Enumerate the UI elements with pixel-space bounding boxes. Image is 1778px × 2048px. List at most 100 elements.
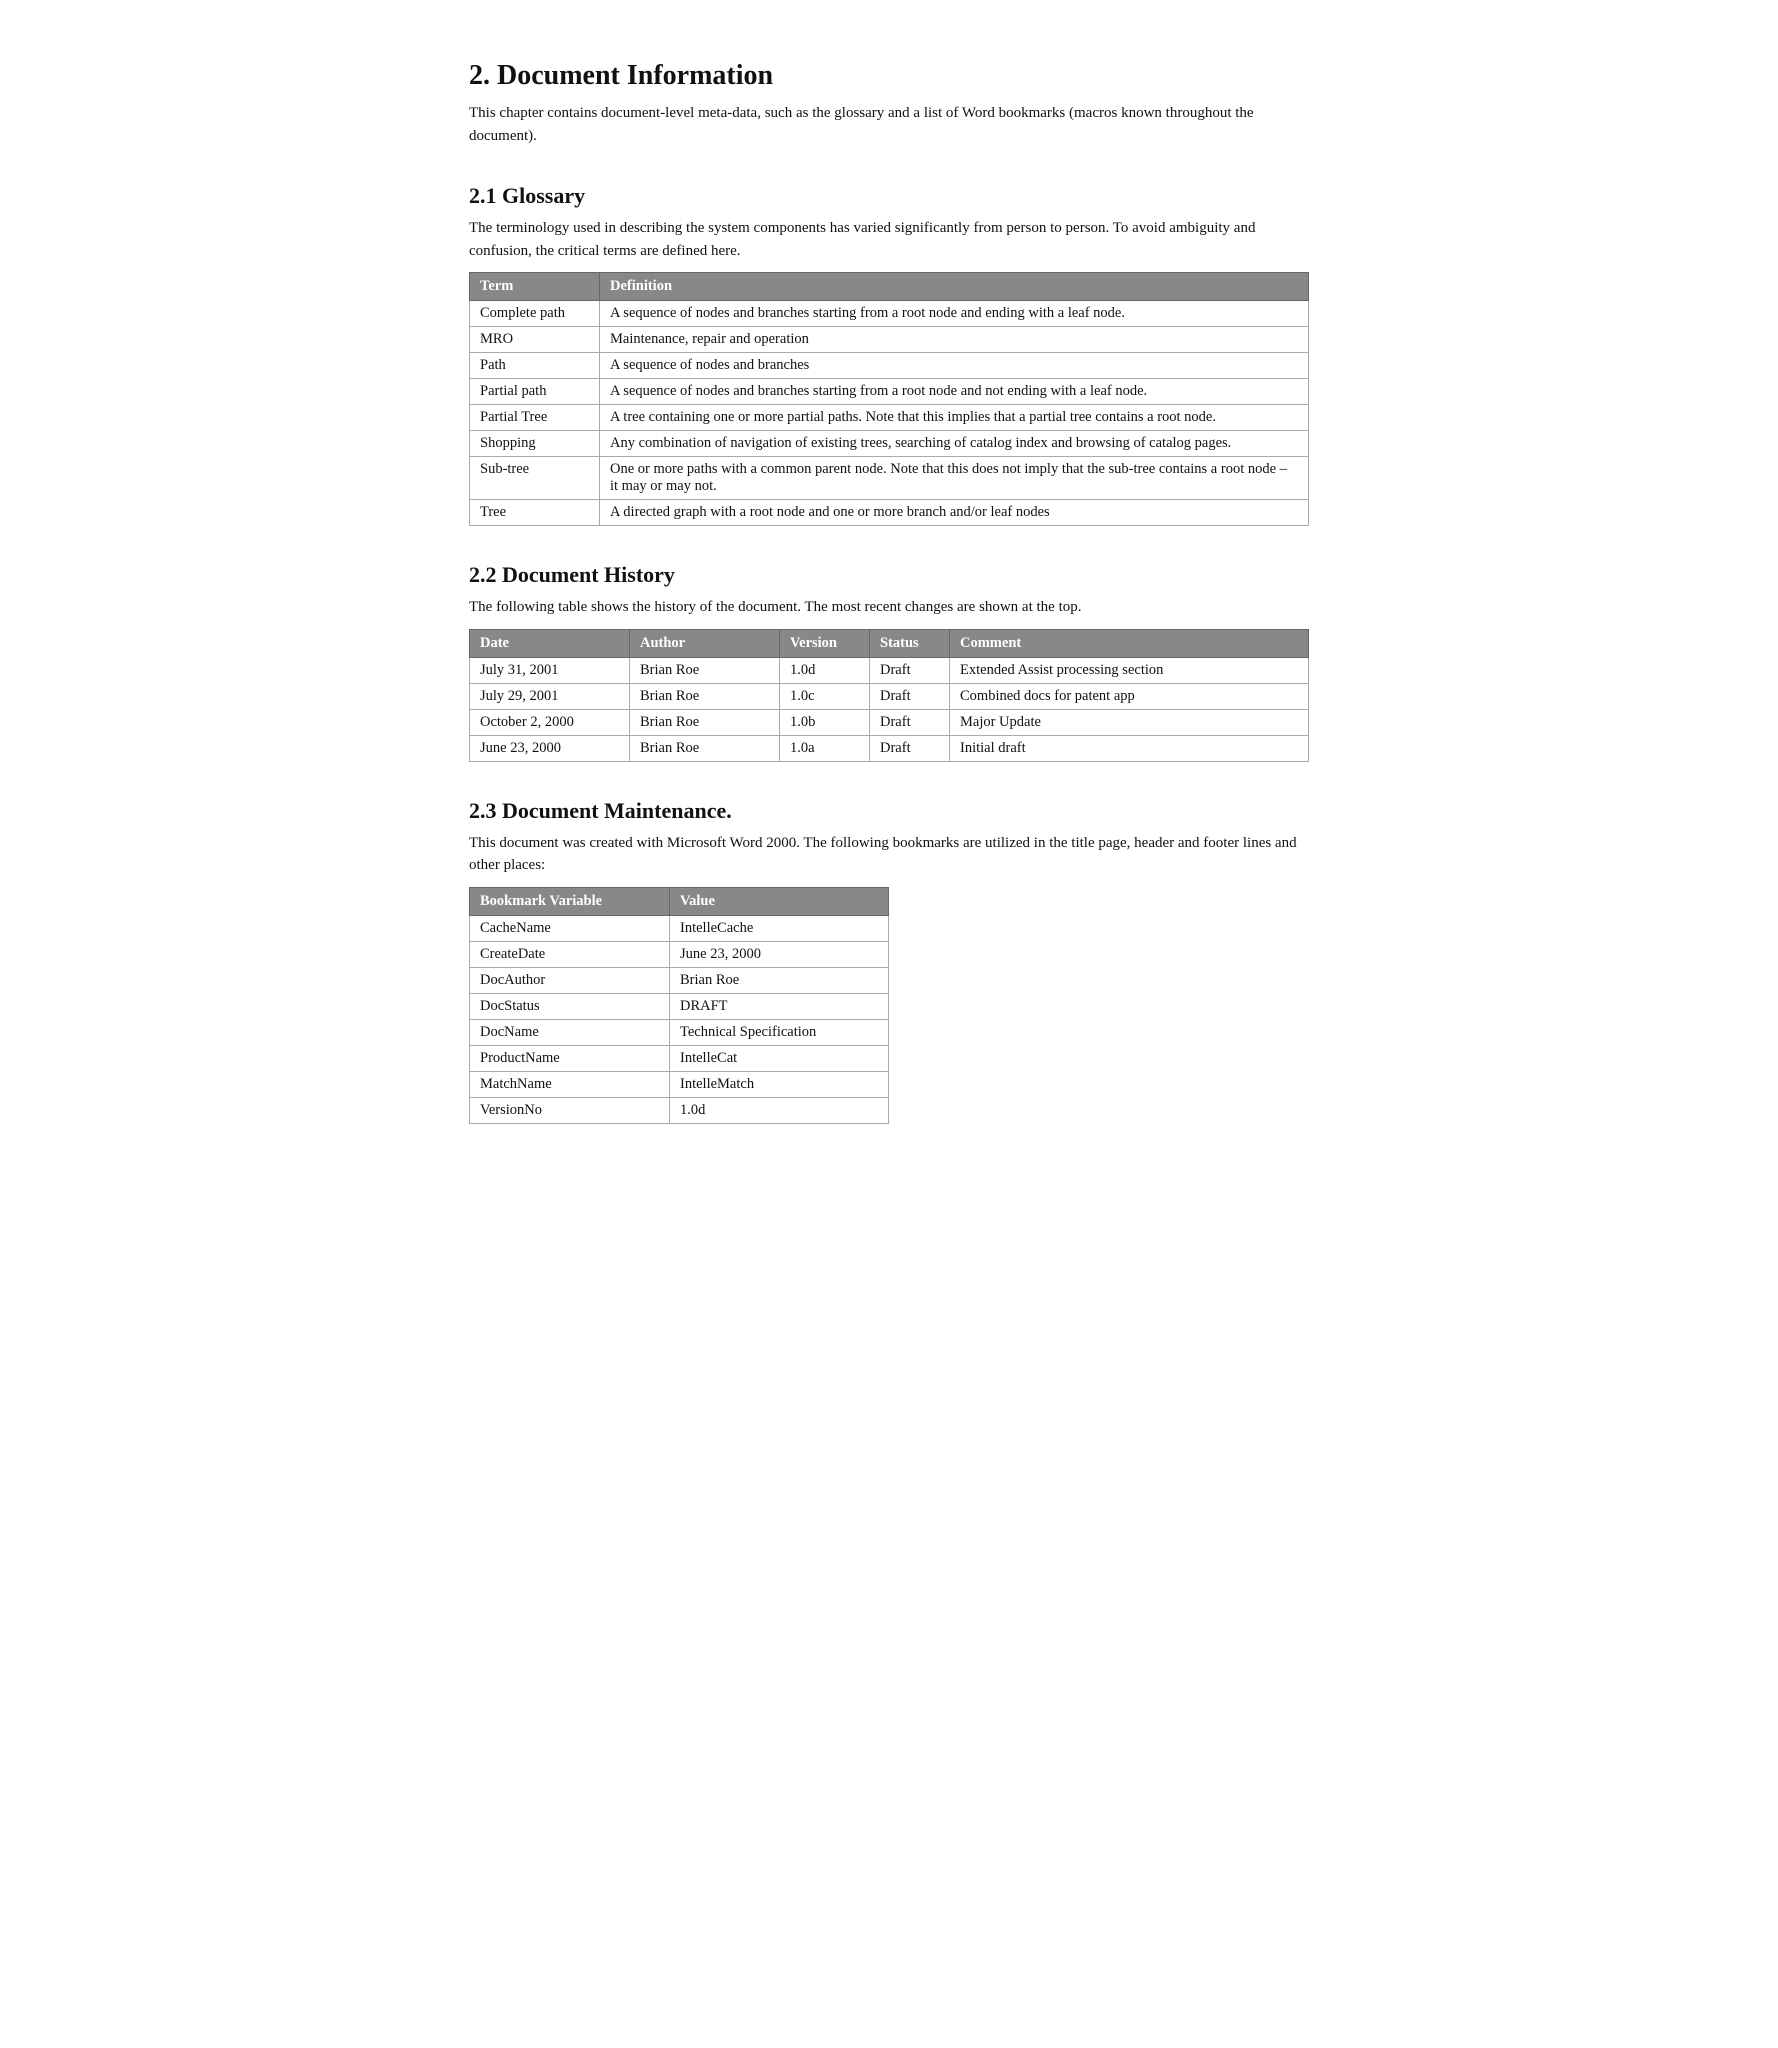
glossary-row: Partial pathA sequence of nodes and bran… (470, 379, 1309, 405)
glossary-col-term: Term (470, 273, 600, 301)
bookmark-row: ProductNameIntelleCat (470, 1045, 889, 1071)
glossary-row: Partial TreeA tree containing one or mor… (470, 405, 1309, 431)
bookmark-row: DocNameTechnical Specification (470, 1019, 889, 1045)
bookmark-value: DRAFT (670, 993, 889, 1019)
glossary-row: Sub-treeOne or more paths with a common … (470, 457, 1309, 500)
history-col-comment: Comment (950, 629, 1309, 657)
history-version: 1.0c (780, 683, 870, 709)
glossary-row: PathA sequence of nodes and branches (470, 353, 1309, 379)
glossary-term: Sub-tree (470, 457, 600, 500)
glossary-definition: Any combination of navigation of existin… (600, 431, 1309, 457)
glossary-term: Shopping (470, 431, 600, 457)
history-col-status: Status (870, 629, 950, 657)
history-version: 1.0a (780, 735, 870, 761)
bookmark-col-value: Value (670, 887, 889, 915)
glossary-term: Complete path (470, 301, 600, 327)
bookmark-variable: CacheName (470, 915, 670, 941)
subsection-2-2-intro: The following table shows the history of… (469, 596, 1309, 619)
glossary-definition: A sequence of nodes and branches (600, 353, 1309, 379)
history-table: Date Author Version Status Comment July … (469, 629, 1309, 762)
history-author: Brian Roe (630, 683, 780, 709)
bookmark-variable: CreateDate (470, 941, 670, 967)
glossary-term: Path (470, 353, 600, 379)
history-status: Draft (870, 735, 950, 761)
bookmark-row: DocAuthorBrian Roe (470, 967, 889, 993)
section-number: 2. (469, 60, 490, 91)
history-status: Draft (870, 683, 950, 709)
history-comment: Combined docs for patent app (950, 683, 1309, 709)
subsection-2-1-heading: Glossary (502, 183, 585, 208)
history-col-author: Author (630, 629, 780, 657)
bookmark-value: IntelleCat (670, 1045, 889, 1071)
subsection-2-1-intro: The terminology used in describing the s… (469, 217, 1309, 262)
bookmark-variable: DocAuthor (470, 967, 670, 993)
section-title: 2. Document Information (469, 60, 1309, 92)
bookmark-table: Bookmark Variable Value CacheNameIntelle… (469, 887, 889, 1124)
history-date: July 31, 2001 (470, 657, 630, 683)
glossary-definition: A sequence of nodes and branches startin… (600, 379, 1309, 405)
glossary-row: ShoppingAny combination of navigation of… (470, 431, 1309, 457)
subsection-2-2-number: 2.2 (469, 562, 497, 587)
glossary-definition: One or more paths with a common parent n… (600, 457, 1309, 500)
bookmark-value: Brian Roe (670, 967, 889, 993)
history-row: June 23, 2000Brian Roe1.0aDraftInitial d… (470, 735, 1309, 761)
subsection-2-3-intro: This document was created with Microsoft… (469, 832, 1309, 877)
history-date: July 29, 2001 (470, 683, 630, 709)
history-status: Draft (870, 709, 950, 735)
subsection-2-2-heading: Document History (502, 562, 675, 587)
glossary-definition: A tree containing one or more partial pa… (600, 405, 1309, 431)
glossary-term: Partial Tree (470, 405, 600, 431)
bookmark-value: 1.0d (670, 1097, 889, 1123)
history-comment: Major Update (950, 709, 1309, 735)
bookmark-variable: DocStatus (470, 993, 670, 1019)
history-col-version: Version (780, 629, 870, 657)
history-col-date: Date (470, 629, 630, 657)
history-comment: Initial draft (950, 735, 1309, 761)
bookmark-variable: MatchName (470, 1071, 670, 1097)
history-date: June 23, 2000 (470, 735, 630, 761)
history-author: Brian Roe (630, 657, 780, 683)
bookmark-row: DocStatusDRAFT (470, 993, 889, 1019)
subsection-2-3-heading: Document Maintenance. (502, 798, 732, 823)
history-author: Brian Roe (630, 709, 780, 735)
glossary-row: Complete pathA sequence of nodes and bra… (470, 301, 1309, 327)
bookmark-col-variable: Bookmark Variable (470, 887, 670, 915)
glossary-table: Term Definition Complete pathA sequence … (469, 272, 1309, 526)
bookmark-variable: VersionNo (470, 1097, 670, 1123)
subsection-2-3-title: 2.3 Document Maintenance. (469, 798, 1309, 824)
history-row: July 29, 2001Brian Roe1.0cDraftCombined … (470, 683, 1309, 709)
history-author: Brian Roe (630, 735, 780, 761)
section-heading-text: Document Information (497, 60, 773, 91)
glossary-definition: A sequence of nodes and branches startin… (600, 301, 1309, 327)
history-row: July 31, 2001Brian Roe1.0dDraftExtended … (470, 657, 1309, 683)
bookmark-value: IntelleMatch (670, 1071, 889, 1097)
bookmark-row: CreateDateJune 23, 2000 (470, 941, 889, 967)
subsection-2-2-title: 2.2 Document History (469, 562, 1309, 588)
bookmark-value: IntelleCache (670, 915, 889, 941)
glossary-row: TreeA directed graph with a root node an… (470, 500, 1309, 526)
bookmark-row: CacheNameIntelleCache (470, 915, 889, 941)
bookmark-value: Technical Specification (670, 1019, 889, 1045)
bookmark-row: MatchNameIntelleMatch (470, 1071, 889, 1097)
glossary-definition: Maintenance, repair and operation (600, 327, 1309, 353)
subsection-2-1-number: 2.1 (469, 183, 497, 208)
history-row: October 2, 2000Brian Roe1.0bDraftMajor U… (470, 709, 1309, 735)
subsection-2-3-number: 2.3 (469, 798, 497, 823)
bookmark-value: June 23, 2000 (670, 941, 889, 967)
history-version: 1.0d (780, 657, 870, 683)
section-intro: This chapter contains document-level met… (469, 102, 1309, 147)
bookmark-variable: DocName (470, 1019, 670, 1045)
history-comment: Extended Assist processing section (950, 657, 1309, 683)
history-date: October 2, 2000 (470, 709, 630, 735)
glossary-term: Tree (470, 500, 600, 526)
glossary-row: MROMaintenance, repair and operation (470, 327, 1309, 353)
glossary-term: Partial path (470, 379, 600, 405)
history-version: 1.0b (780, 709, 870, 735)
glossary-term: MRO (470, 327, 600, 353)
glossary-definition: A directed graph with a root node and on… (600, 500, 1309, 526)
bookmark-row: VersionNo1.0d (470, 1097, 889, 1123)
glossary-col-definition: Definition (600, 273, 1309, 301)
subsection-2-1-title: 2.1 Glossary (469, 183, 1309, 209)
bookmark-variable: ProductName (470, 1045, 670, 1071)
history-status: Draft (870, 657, 950, 683)
